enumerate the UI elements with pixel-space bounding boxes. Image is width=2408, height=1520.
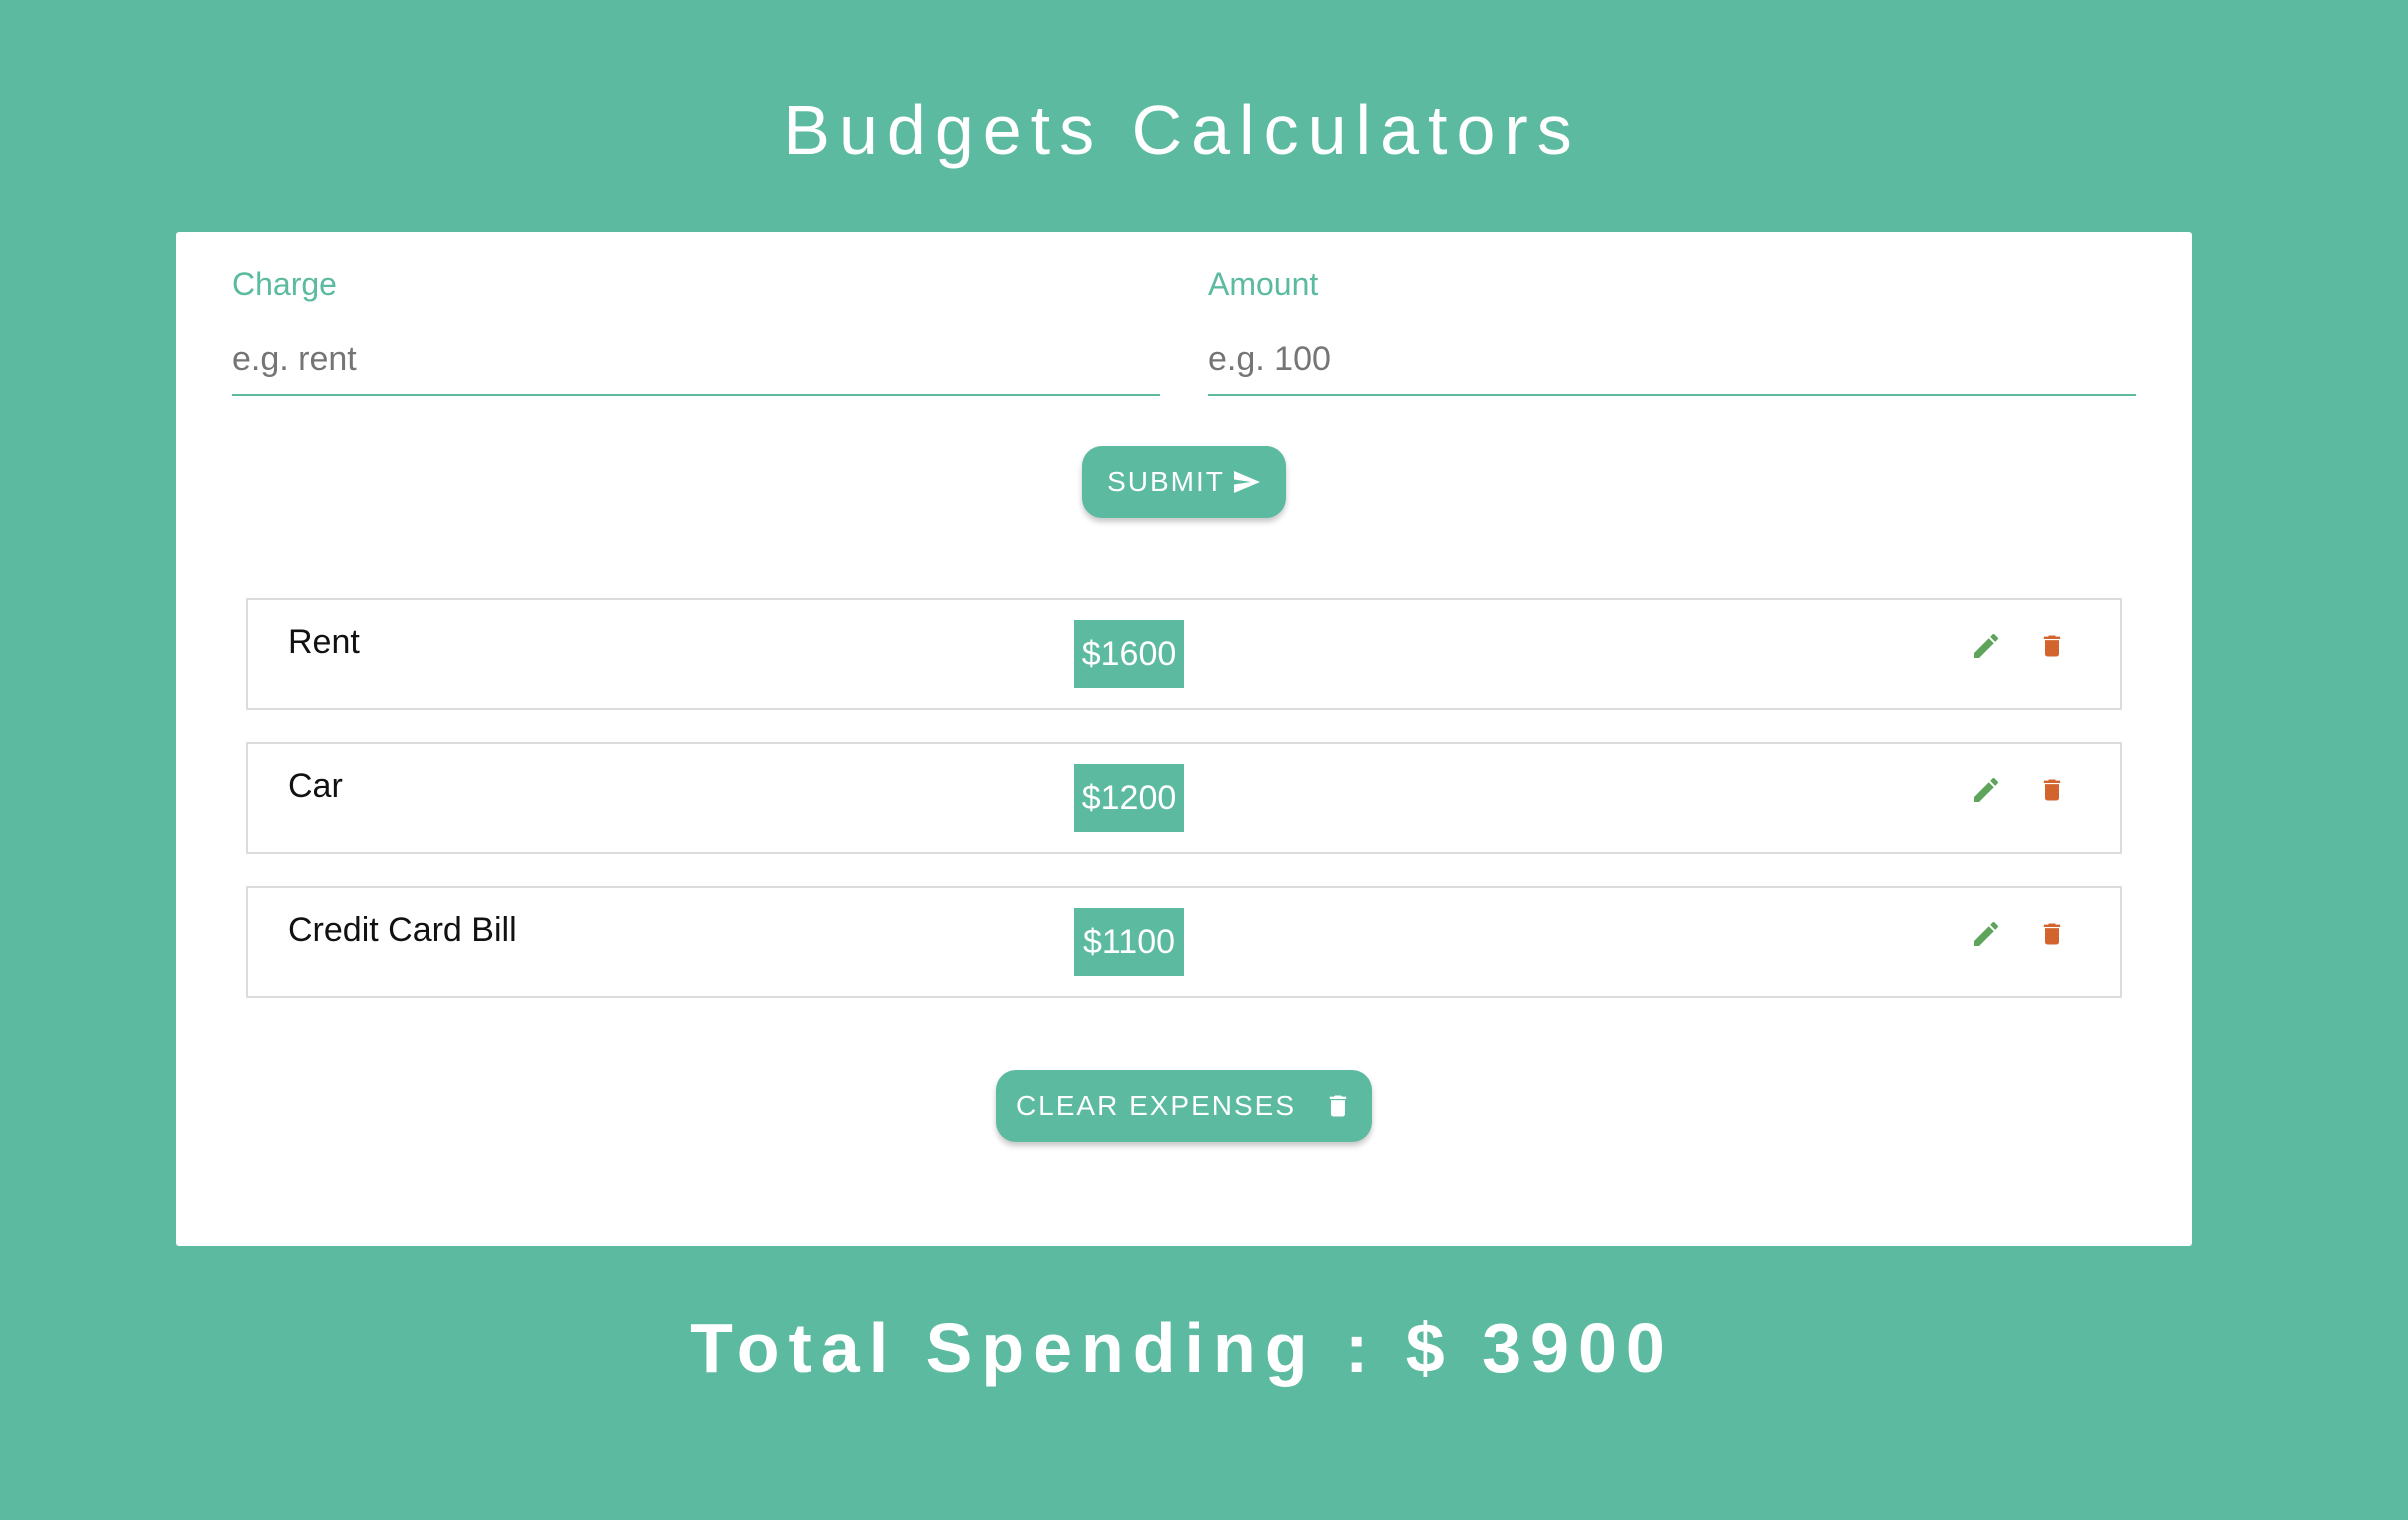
submit-label: SUBMIT [1107, 466, 1225, 497]
delete-button[interactable] [2030, 912, 2074, 956]
delete-button[interactable] [2030, 624, 2074, 668]
pencil-icon [1974, 777, 1999, 802]
trash-icon [2043, 779, 2061, 801]
expense-name: Rent [288, 623, 360, 661]
expense-amount-badge: $1200 [1074, 764, 1184, 832]
trash-icon [1329, 1095, 1347, 1117]
submit-button[interactable]: SUBMIT [1082, 446, 1286, 518]
amount-input[interactable] [1208, 324, 2136, 396]
expense-name: Car [288, 767, 343, 805]
edit-button[interactable] [1964, 624, 2008, 668]
expense-item: Car $1200 [246, 742, 2122, 854]
expense-amount-badge: $1600 [1074, 620, 1184, 688]
send-icon [1233, 471, 1260, 493]
expense-item: Rent $1600 [246, 598, 2122, 710]
charge-label: Charge [232, 266, 337, 302]
clear-expenses-button[interactable]: CLEAR EXPENSES [996, 1070, 1372, 1142]
edit-button[interactable] [1964, 912, 2008, 956]
budget-card: Charge Amount SUBMIT Rent $1600 [176, 232, 2192, 1246]
delete-button[interactable] [2030, 768, 2074, 812]
page-title: Budgets Calculators [783, 91, 1581, 169]
amount-label: Amount [1208, 266, 1319, 302]
expense-amount-badge: $1100 [1074, 908, 1184, 976]
trash-icon [2043, 635, 2061, 657]
trash-icon [2043, 923, 2061, 945]
pencil-icon [1974, 921, 1999, 946]
clear-expenses-label: CLEAR EXPENSES [1015, 1090, 1297, 1121]
charge-input[interactable] [232, 324, 1160, 396]
expense-name: Credit Card Bill [288, 911, 517, 949]
expense-item: Credit Card Bill $1100 [246, 886, 2122, 998]
edit-button[interactable] [1964, 768, 2008, 812]
total-spending: Total Spending : $ 3900 [690, 1309, 1674, 1387]
pencil-icon [1974, 633, 1999, 658]
